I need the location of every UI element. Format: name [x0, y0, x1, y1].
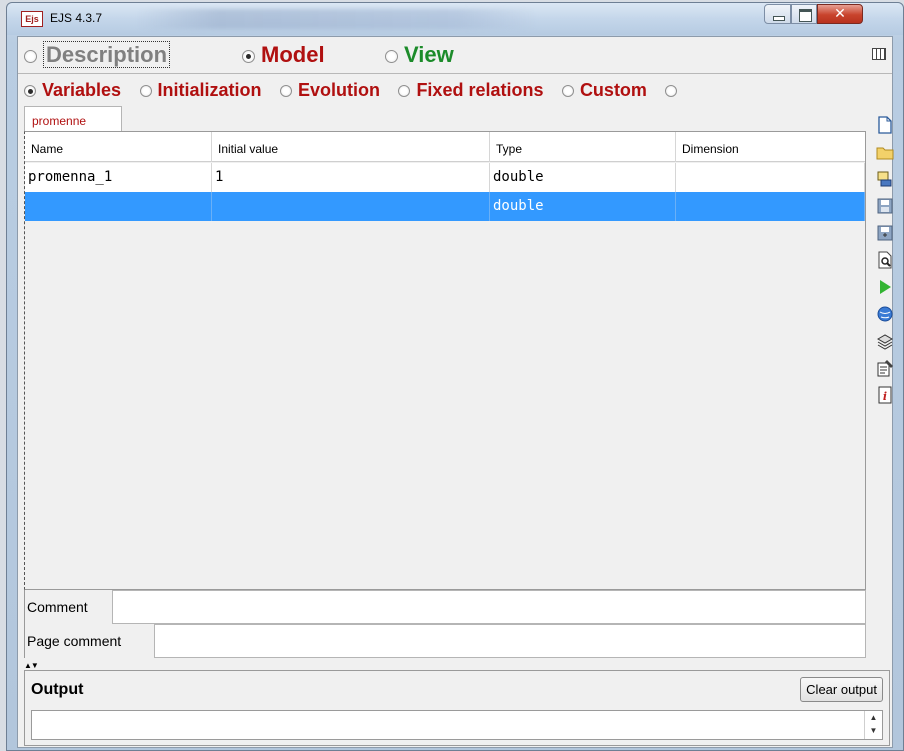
page-comment-field[interactable]: [154, 624, 866, 658]
divider: [18, 73, 892, 74]
tab-view[interactable]: View: [385, 41, 454, 69]
subtab-fixed-relations[interactable]: Fixed relations: [398, 77, 543, 103]
output-panel: Output Clear output ▲ ▼: [24, 670, 890, 746]
cell-type[interactable]: double: [490, 163, 676, 192]
tab-view-label: View: [404, 42, 454, 67]
table-row-selected[interactable]: double: [25, 192, 865, 221]
comment-row: Comment: [24, 590, 866, 624]
cell-initial-value[interactable]: [212, 192, 490, 221]
cell-type[interactable]: double: [490, 192, 676, 221]
properties-icon[interactable]: [875, 358, 895, 378]
subtab-initialization-label: Initialization: [157, 80, 262, 100]
subtab-variables-label: Variables: [42, 80, 122, 100]
model-subtabs: Variables Initialization Evolution Fixed…: [24, 77, 868, 103]
title-tooltip-overlay: [137, 9, 537, 29]
new-file-icon[interactable]: [875, 115, 895, 135]
custom-radio[interactable]: [561, 85, 574, 98]
svg-text:i: i: [883, 390, 887, 403]
window-title: EJS 4.3.7: [50, 11, 103, 25]
cell-name[interactable]: [25, 192, 212, 221]
run-icon[interactable]: [875, 277, 895, 297]
network-icon[interactable]: [875, 169, 895, 189]
tab-model[interactable]: Model: [242, 41, 325, 69]
page-tab-promenne[interactable]: promenne: [24, 106, 122, 132]
column-header-type[interactable]: Type: [490, 132, 676, 162]
open-folder-icon[interactable]: [875, 142, 895, 162]
overflow-radio[interactable]: [665, 85, 678, 98]
cell-dimension[interactable]: [676, 192, 865, 221]
subtab-overflow[interactable]: [665, 77, 683, 103]
evolution-radio[interactable]: [279, 85, 292, 98]
preview-icon[interactable]: [875, 250, 895, 270]
clear-output-button[interactable]: Clear output: [800, 677, 883, 702]
subtab-fixed-relations-label: Fixed relations: [416, 80, 544, 100]
view-radio[interactable]: [385, 49, 398, 63]
web-icon[interactable]: [875, 304, 895, 324]
description-radio[interactable]: [24, 49, 37, 63]
info-icon[interactable]: i: [875, 385, 895, 405]
save-as-icon[interactable]: [875, 223, 895, 243]
cell-initial-value[interactable]: 1: [212, 163, 490, 192]
subtab-evolution[interactable]: Evolution: [279, 77, 380, 103]
column-header-initial-value[interactable]: Initial value: [212, 132, 490, 162]
variables-radio[interactable]: [24, 85, 36, 98]
layers-icon[interactable]: [875, 331, 895, 351]
comment-label: Comment: [24, 590, 88, 624]
subtab-custom-label: Custom: [579, 80, 647, 100]
cell-dimension[interactable]: [676, 163, 865, 192]
tab-description-label: Description: [43, 41, 171, 68]
output-area[interactable]: ▲ ▼: [31, 710, 883, 740]
model-radio[interactable]: [242, 49, 255, 63]
splitter-arrows-icon[interactable]: ▲▼: [24, 661, 39, 670]
tab-description[interactable]: Description: [24, 41, 171, 69]
minimize-button[interactable]: [764, 4, 791, 24]
column-header-name[interactable]: Name: [25, 132, 212, 162]
variables-table: Name Initial value Type Dimension promen…: [24, 131, 866, 590]
grid-icon[interactable]: [872, 48, 886, 60]
initialization-radio[interactable]: [139, 85, 152, 98]
table-row[interactable]: promenna_1 1 double: [25, 163, 865, 192]
subtab-evolution-label: Evolution: [297, 80, 380, 100]
table-header: Name Initial value Type Dimension: [25, 132, 865, 162]
close-button[interactable]: ✕: [817, 4, 863, 24]
page-comment-row: Page comment: [24, 624, 866, 658]
output-title: Output: [31, 681, 84, 698]
maximize-button[interactable]: [791, 4, 817, 24]
close-icon: ✕: [834, 6, 846, 22]
ejs-app-icon: Ejs: [21, 11, 43, 27]
subtab-initialization[interactable]: Initialization: [139, 77, 262, 103]
app-window: Ejs EJS 4.3.7 ✕ Description Model View V…: [6, 2, 904, 751]
top-tabs: Description Model View: [18, 37, 892, 73]
tab-model-label: Model: [261, 42, 325, 67]
main-content: Description Model View Variables Initial…: [17, 36, 895, 748]
page-comment-label: Page comment: [24, 624, 122, 658]
save-icon[interactable]: [875, 196, 895, 216]
subtab-variables[interactable]: Variables: [24, 77, 121, 103]
subtab-custom[interactable]: Custom: [561, 77, 647, 103]
column-header-dimension[interactable]: Dimension: [676, 132, 865, 162]
comment-field[interactable]: [112, 590, 866, 624]
output-scroll-arrows[interactable]: ▲ ▼: [864, 711, 882, 739]
cell-name[interactable]: promenna_1: [25, 163, 212, 192]
title-bar[interactable]: Ejs EJS 4.3.7 ✕: [7, 3, 903, 35]
fixed-relations-radio[interactable]: [398, 85, 411, 98]
